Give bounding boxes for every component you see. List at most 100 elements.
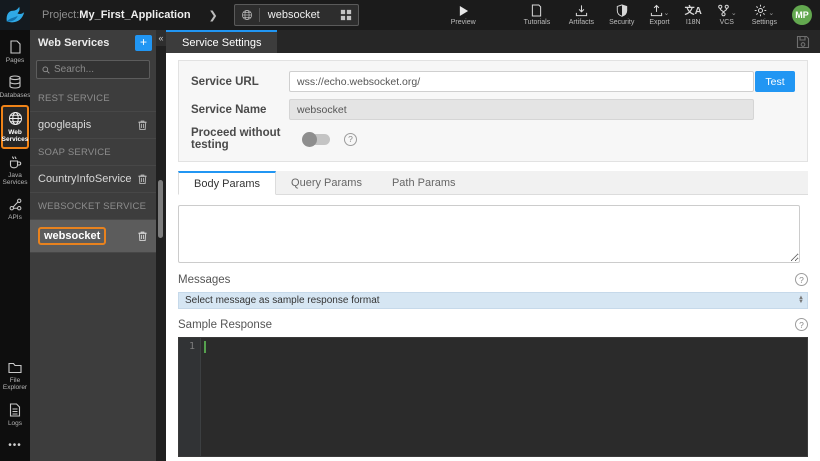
rail-spacer <box>0 226 30 355</box>
rail-item-web-services[interactable]: Web Services <box>1 105 29 149</box>
section-header-soap: SOAP SERVICE <box>30 139 156 166</box>
rail-item-databases[interactable]: Databases <box>0 69 30 104</box>
export-label: Export <box>649 19 669 26</box>
settings-gear-icon <box>754 4 767 17</box>
editor-caret <box>204 341 206 353</box>
messages-scrollbar[interactable]: ▲ ▼ <box>795 297 807 304</box>
databases-icon <box>8 75 22 89</box>
service-name-input[interactable] <box>289 99 754 120</box>
collapse-panel-button[interactable]: « <box>156 30 166 46</box>
settings-chevron-icon: ⌄ <box>768 10 774 17</box>
export-button[interactable]: ⌄ Export <box>649 4 669 26</box>
artifacts-button[interactable]: Artifacts <box>569 4 594 26</box>
export-upload-icon <box>650 4 663 17</box>
rail-label: Databases <box>0 92 31 99</box>
rail-item-pages[interactable]: Pages <box>0 34 30 69</box>
artifacts-label: Artifacts <box>569 19 594 26</box>
app-logo[interactable] <box>0 0 30 30</box>
body-params-textarea[interactable] <box>178 205 800 263</box>
proceed-without-testing-toggle[interactable] <box>303 134 330 145</box>
i18n-button[interactable]: 文A I18N <box>685 4 702 26</box>
rail-label: APIs <box>8 214 22 221</box>
export-chevron-icon: ⌄ <box>664 10 670 17</box>
breadcrumb: Project:My_First_Application <box>42 9 191 21</box>
service-item-googleapis[interactable]: googleapis <box>30 112 156 139</box>
breadcrumb-chevron-icon: ❯ <box>209 9 218 22</box>
messages-label: Messages <box>178 274 795 286</box>
rail-label: File Explorer <box>0 377 30 392</box>
delete-icon[interactable] <box>137 119 148 131</box>
security-label: Security <box>609 19 634 26</box>
tab-service-settings[interactable]: Service Settings <box>166 30 277 53</box>
project-name: My_First_Application <box>79 9 190 21</box>
settings-button[interactable]: ⌄ Settings <box>752 4 777 26</box>
sample-response-help-icon[interactable]: ? <box>795 318 808 331</box>
service-settings-content: Service URL Test Service Name Proceed wi… <box>166 53 820 461</box>
service-item-countryinfoservice[interactable]: CountryInfoService <box>30 166 156 193</box>
settings-label: Settings <box>752 19 777 26</box>
messages-help-icon[interactable]: ? <box>795 273 808 286</box>
web-services-globe-icon <box>8 111 23 126</box>
editor-gutter: 1 <box>179 338 201 456</box>
service-url-input[interactable] <box>289 71 754 92</box>
search-icon <box>42 65 50 75</box>
save-icon[interactable] <box>796 35 810 49</box>
messages-select-placeholder: Select message as sample response format <box>179 295 795 306</box>
grid-icon[interactable] <box>340 9 352 21</box>
add-service-button[interactable]: + <box>135 35 152 51</box>
rail-item-logs[interactable]: Logs <box>0 397 30 432</box>
vcs-chevron-icon: ⌄ <box>731 10 737 17</box>
search-input[interactable] <box>54 64 144 75</box>
top-bar: Project:My_First_Application ❯ websocket… <box>0 0 820 30</box>
sample-response-editor[interactable]: 1 <box>178 337 808 457</box>
service-name: websocket <box>38 227 106 245</box>
delete-icon[interactable] <box>137 173 148 185</box>
web-services-panel: Web Services + REST SERVICE googleapis S… <box>30 30 166 461</box>
security-button[interactable]: Security <box>609 4 634 26</box>
preview-label: Preview <box>451 19 476 26</box>
panel-title: Web Services <box>38 37 135 49</box>
rail-more-button[interactable]: ••• <box>0 432 30 461</box>
vcs-button[interactable]: ⌄ VCS <box>717 4 737 26</box>
delete-icon[interactable] <box>137 230 148 242</box>
messages-select[interactable]: Select message as sample response format… <box>178 292 808 309</box>
preview-button[interactable]: Preview <box>451 4 476 26</box>
rail-label: Java Services <box>0 172 30 187</box>
tab-body-params[interactable]: Body Params <box>178 171 276 195</box>
service-item-websocket[interactable]: websocket <box>30 220 156 253</box>
tab-query-params[interactable]: Query Params <box>276 171 377 194</box>
proceed-without-testing-label: Proceed without testing <box>191 127 303 151</box>
project-label: Project: <box>42 9 79 21</box>
service-name: googleapis <box>38 119 137 131</box>
editor-code-area[interactable] <box>201 338 807 456</box>
main-area: Service Settings Service URL Test Servic… <box>166 30 820 461</box>
editor-tab-label: websocket <box>266 9 334 21</box>
service-url-label: Service URL <box>191 76 289 88</box>
left-rail: Pages Databases Web Services Java Servic… <box>0 30 30 461</box>
tab-path-params[interactable]: Path Params <box>377 171 471 194</box>
rail-label: Pages <box>6 57 24 64</box>
tutorials-label: Tutorials <box>524 19 551 26</box>
i18n-icon: 文A <box>685 4 702 17</box>
search-box[interactable] <box>36 60 150 79</box>
proceed-help-icon[interactable]: ? <box>344 133 357 146</box>
section-header-rest: REST SERVICE <box>30 85 156 112</box>
test-button[interactable]: Test <box>755 71 795 92</box>
vcs-branch-icon <box>717 4 730 17</box>
rail-label: Logs <box>8 420 22 427</box>
scroll-down-icon: ▼ <box>798 301 804 304</box>
rail-label: Web Services <box>2 129 29 144</box>
tutorials-button[interactable]: Tutorials <box>524 4 551 26</box>
rail-item-java-services[interactable]: Java Services <box>0 149 30 192</box>
toggle-knob <box>302 132 317 147</box>
tab-divider <box>259 8 260 22</box>
scrollbar-thumb[interactable] <box>158 180 163 238</box>
param-tab-bar: Body Params Query Params Path Params <box>178 171 808 195</box>
file-explorer-folder-icon <box>8 362 22 374</box>
rail-item-file-explorer[interactable]: File Explorer <box>0 356 30 397</box>
editor-tab-websocket[interactable]: websocket <box>234 4 359 26</box>
rail-item-apis[interactable]: APIs <box>0 192 30 226</box>
service-form: Service URL Test Service Name Proceed wi… <box>178 60 808 162</box>
tutorials-icon <box>531 4 542 17</box>
user-avatar[interactable]: MP <box>792 5 812 25</box>
